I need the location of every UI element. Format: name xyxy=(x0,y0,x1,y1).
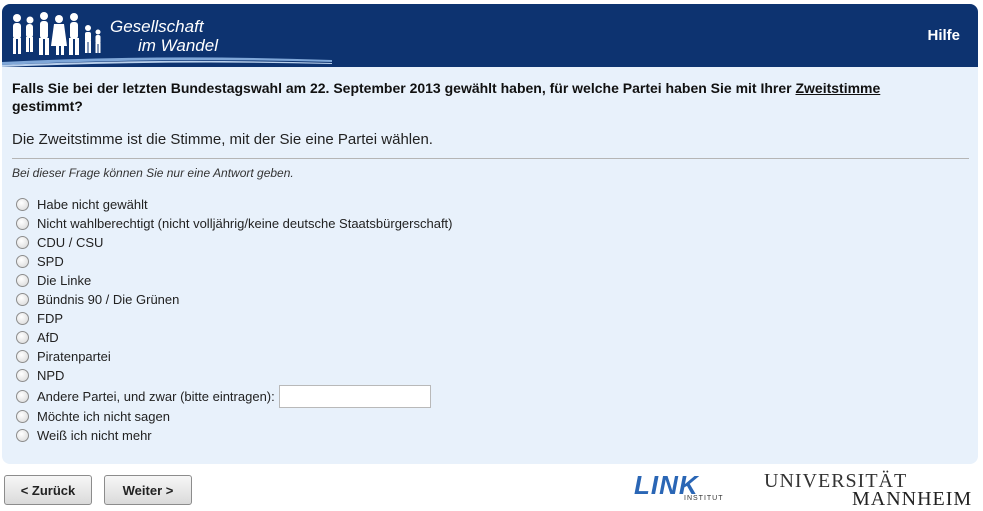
radio-button[interactable] xyxy=(16,410,29,423)
divider xyxy=(12,158,969,159)
option-habe-nicht-gewaehlt[interactable]: Habe nicht gewählt xyxy=(16,195,453,214)
zweitstimme-term-link[interactable]: Zweitstimme xyxy=(795,80,880,96)
option-weiss-nicht-mehr[interactable]: Weiß ich nicht mehr xyxy=(16,426,453,445)
radio-button[interactable] xyxy=(16,429,29,442)
radio-button[interactable] xyxy=(16,389,29,403)
link-institut-logo: LINK INSTITUT xyxy=(634,470,723,502)
option-label: Bündnis 90 / Die Grünen xyxy=(37,292,180,307)
radio-button[interactable] xyxy=(16,236,29,249)
survey-header: Gesellschaft im Wandel Hilfe xyxy=(2,4,978,67)
link-logo-subtitle: INSTITUT xyxy=(684,495,724,502)
option-label: Habe nicht gewählt xyxy=(37,197,148,212)
option-andere-partei[interactable]: Andere Partei, und zwar (bitte eintragen… xyxy=(16,384,453,408)
option-nicht-wahlberechtigt[interactable]: Nicht wahlberechtigt (nicht volljährig/k… xyxy=(16,214,453,233)
radio-button[interactable] xyxy=(16,217,29,230)
question-explanation: Die Zweitstimme ist die Stimme, mit der … xyxy=(12,131,433,148)
option-buendnis-90-gruene[interactable]: Bündnis 90 / Die Grünen xyxy=(16,290,453,309)
question-panel: Falls Sie bei der letzten Bundestagswahl… xyxy=(2,67,978,464)
radio-button[interactable] xyxy=(16,255,29,268)
radio-button[interactable] xyxy=(16,274,29,287)
option-label: FDP xyxy=(37,311,63,326)
option-label: Die Linke xyxy=(37,273,92,288)
radio-button[interactable] xyxy=(16,198,29,211)
people-silhouettes-logo xyxy=(13,12,101,55)
answer-instruction: Bei dieser Frage können Sie nur eine Ant… xyxy=(12,166,294,180)
option-label: Weiß ich nicht mehr xyxy=(37,428,152,443)
radio-button[interactable] xyxy=(16,369,29,382)
option-spd[interactable]: SPD xyxy=(16,252,453,271)
option-label: NPD xyxy=(37,368,65,383)
option-piratenpartei[interactable]: Piratenpartei xyxy=(16,347,453,366)
radio-button[interactable] xyxy=(16,312,29,325)
option-label: Piratenpartei xyxy=(37,349,111,364)
help-link[interactable]: Hilfe xyxy=(927,27,960,44)
universitaet-mannheim-logo: UNIVERSITÄT MANNHEIM xyxy=(764,470,971,510)
answer-options: Habe nicht gewählt Nicht wahlberechtigt … xyxy=(16,195,453,445)
option-afd[interactable]: AfD xyxy=(16,328,453,347)
uni-logo-line2: MANNHEIM xyxy=(852,488,973,510)
option-cdu-csu[interactable]: CDU / CSU xyxy=(16,233,453,252)
option-die-linke[interactable]: Die Linke xyxy=(16,271,453,290)
option-label: Andere Partei, und zwar (bitte eintragen… xyxy=(37,388,275,404)
question-text-start: Falls Sie bei der letzten Bundestagswahl… xyxy=(12,80,796,96)
radio-button[interactable] xyxy=(16,350,29,363)
other-party-input[interactable] xyxy=(278,384,431,408)
option-label: Nicht wahlberechtigt (nicht volljährig/k… xyxy=(37,216,453,231)
option-label: Möchte ich nicht sagen xyxy=(37,409,170,424)
logo-title-line1: Gesellschaft xyxy=(110,17,204,36)
question-text-end: gestimmt? xyxy=(12,98,83,114)
question-text: Falls Sie bei der letzten Bundestagswahl… xyxy=(12,79,952,115)
radio-button[interactable] xyxy=(16,331,29,344)
logo-title-line2: im Wandel xyxy=(138,36,218,55)
radio-button[interactable] xyxy=(16,293,29,306)
option-npd[interactable]: NPD xyxy=(16,366,453,385)
option-label: CDU / CSU xyxy=(37,235,104,250)
option-label: SPD xyxy=(37,254,64,269)
option-moechte-nicht-sagen[interactable]: Möchte ich nicht sagen xyxy=(16,407,453,426)
option-fdp[interactable]: FDP xyxy=(16,309,453,328)
logo-swoosh xyxy=(2,57,332,67)
option-label: AfD xyxy=(37,330,59,345)
back-button[interactable]: < Zurück xyxy=(4,475,92,505)
next-button[interactable]: Weiter > xyxy=(104,475,192,505)
